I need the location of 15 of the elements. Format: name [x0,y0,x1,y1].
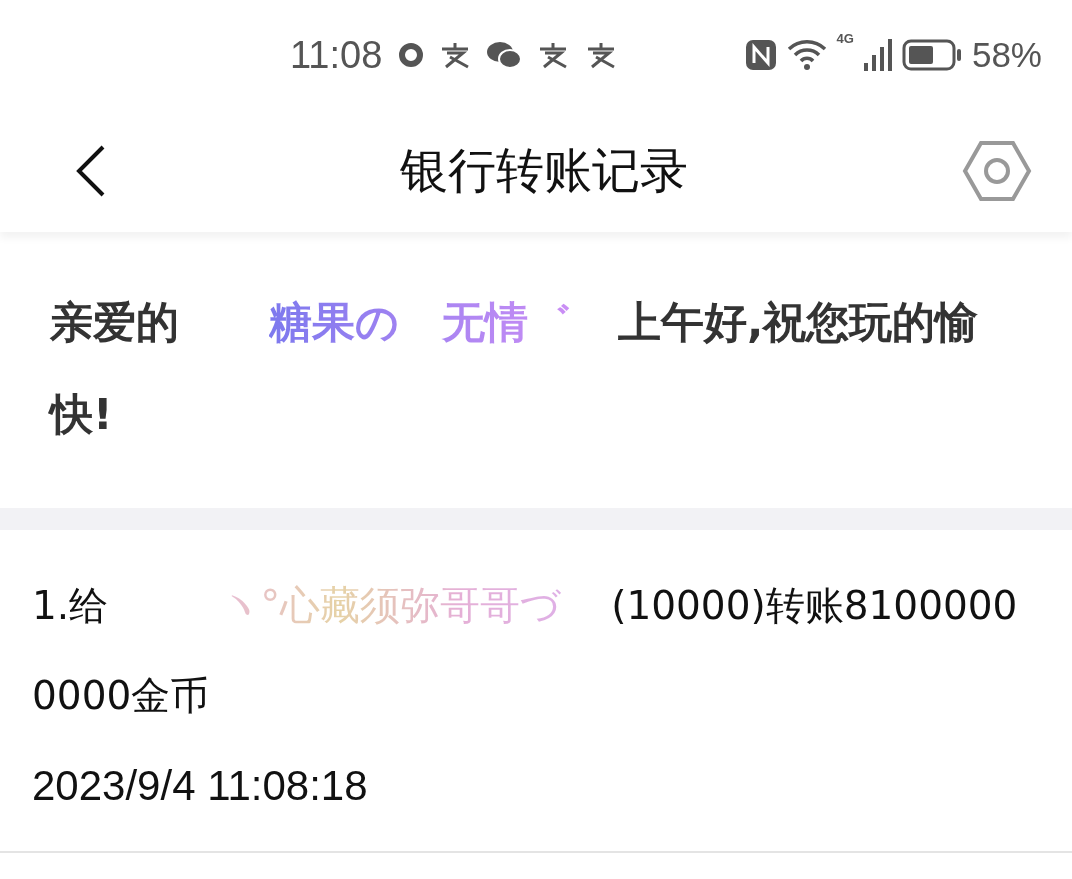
circle-app-icon [398,42,425,68]
page-title: 银行转账记录 [399,141,689,200]
battery-icon [901,39,962,71]
transfer-description: 1.给 ヽ°心藏须弥哥哥づ (10000)转账81000000000金币 [32,581,1019,720]
network-type: 4G [836,31,854,46]
chat-icon [486,40,523,70]
greeting-text: 亲爱的 糖果の 无情゛ 上午好,祝您玩的愉快! [50,296,980,441]
record-date: 2023/9/4 11:08:18 [32,761,369,811]
signal-icon [863,39,892,71]
nfc-icon [744,39,777,71]
wifi-icon [786,39,827,71]
battery-percent: 58% [971,35,1042,75]
settings-button[interactable] [962,140,1032,202]
settings-icon [962,140,1032,202]
status-time: 11:08 [290,33,383,77]
